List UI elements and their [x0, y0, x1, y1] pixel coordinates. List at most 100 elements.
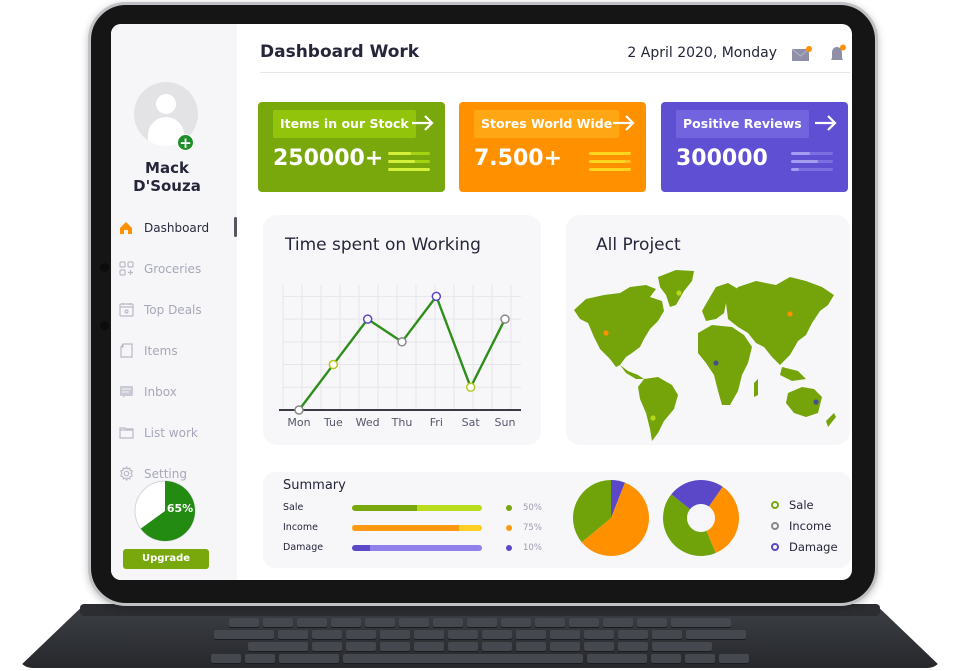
- map-marker[interactable]: [813, 399, 819, 405]
- chart-grid: [282, 285, 521, 410]
- data-point[interactable]: [362, 314, 373, 324]
- sidebar: + Mack D'Souza Dashboard Groceries Top D…: [111, 24, 237, 580]
- legend-ring-icon: [771, 501, 779, 509]
- sidebar-item-label: List work: [144, 425, 198, 440]
- summary-progress-bar: [352, 545, 482, 551]
- keyboard-keys: [40, 618, 920, 664]
- main-content: Dashboard Work 2 April 2020, Monday Item…: [237, 24, 852, 580]
- data-point[interactable]: [397, 337, 407, 347]
- summary-progress-fill: [352, 525, 459, 531]
- stat-card-reviews[interactable]: Positive Reviews 300000: [661, 102, 848, 192]
- upgrade-button[interactable]: Upgrade: [123, 549, 209, 569]
- line-chart: Mon Tue Wed Thu Fri Sat Sun: [279, 285, 521, 429]
- summary-title: Summary: [283, 478, 346, 493]
- stat-sparkline: [589, 168, 631, 171]
- inbox-icon: [118, 384, 134, 400]
- sidebar-item-inbox[interactable]: Inbox: [118, 371, 237, 412]
- sidebar-item-label: Dashboard: [144, 220, 210, 235]
- sidebar-item-dashboard[interactable]: Dashboard: [118, 207, 237, 248]
- progress-label: 65%: [166, 502, 194, 515]
- sidebar-item-groceries[interactable]: Groceries: [118, 248, 237, 289]
- summary-percent: 10%: [523, 543, 542, 553]
- side-button: [100, 321, 109, 330]
- summary-progress-bar: [352, 525, 482, 531]
- map-marker[interactable]: [713, 360, 719, 366]
- x-tick-label: Mon: [287, 416, 310, 429]
- page-title: Dashboard Work: [260, 42, 420, 62]
- legend-item-sale: Sale: [771, 498, 814, 512]
- stat-sparkline: [791, 152, 833, 155]
- stat-sparkline: [791, 160, 833, 163]
- data-point[interactable]: [431, 291, 442, 302]
- sidebar-nav: Dashboard Groceries Top Deals Items Inbo…: [118, 207, 237, 494]
- user-name: Mack D'Souza: [133, 159, 201, 195]
- stat-sparkline: [791, 168, 833, 171]
- map-marker[interactable]: [603, 330, 609, 336]
- stat-sparkline: [388, 152, 430, 155]
- data-point[interactable]: [294, 405, 304, 415]
- summary-row-label: Income: [283, 522, 318, 533]
- summary-row-income: Income 75%: [283, 522, 553, 534]
- stat-label: Items in our Stock: [273, 110, 416, 138]
- legend-label: Income: [789, 519, 832, 533]
- stat-card-stock[interactable]: Items in our Stock 250000+: [258, 102, 445, 192]
- stat-sparklines: [589, 152, 631, 176]
- screen: + Mack D'Souza Dashboard Groceries Top D…: [111, 24, 852, 580]
- header-divider: [260, 72, 850, 73]
- map-marker[interactable]: [787, 311, 793, 317]
- sidebar-item-items[interactable]: Items: [118, 330, 237, 371]
- continent-africa: [698, 325, 752, 405]
- summary-row-label: Sale: [283, 502, 304, 513]
- series-line: [298, 295, 507, 411]
- legend-ring-icon: [771, 543, 779, 551]
- map-marker[interactable]: [650, 415, 656, 421]
- stat-sparkline: [589, 152, 631, 155]
- pie-chart: [573, 480, 649, 556]
- sidebar-item-label: Inbox: [144, 384, 177, 399]
- data-point[interactable]: [328, 359, 339, 370]
- continent-south-america: [638, 377, 678, 441]
- data-point[interactable]: [465, 382, 476, 393]
- stat-sparklines: [791, 152, 833, 176]
- summary-progress-bar: [352, 505, 482, 511]
- continent-north-america: [574, 285, 664, 367]
- folder-icon: [118, 425, 134, 441]
- legend-item-damage: Damage: [771, 540, 838, 554]
- summary-percent: 50%: [523, 503, 542, 513]
- arrow-right-icon[interactable]: [814, 114, 838, 132]
- sidebar-item-list-work[interactable]: List work: [118, 412, 237, 453]
- gear-icon: [118, 466, 134, 482]
- summary-percent: 75%: [523, 523, 542, 533]
- bell-icon[interactable]: [829, 44, 847, 62]
- world-map[interactable]: [566, 215, 850, 445]
- sidebar-item-label: Groceries: [144, 261, 202, 276]
- arrow-right-icon[interactable]: [612, 114, 636, 132]
- line-chart-panel: Time spent on Working Mon Tue Wed Thu Fri Sat…: [263, 215, 541, 445]
- home-icon: [118, 220, 134, 236]
- summary-row-sale: Sale 50%: [283, 502, 553, 514]
- calendar-icon: [118, 302, 134, 318]
- arrow-right-icon[interactable]: [411, 114, 435, 132]
- stat-sparkline: [388, 160, 430, 163]
- stat-sparkline: [589, 160, 631, 163]
- x-tick-label: Tue: [323, 416, 343, 429]
- stat-label: Stores World Wide: [474, 110, 620, 138]
- grid-add-icon: [118, 261, 134, 277]
- legend-ring-icon: [771, 522, 779, 530]
- legend-item-income: Income: [771, 519, 831, 533]
- summary-progress-fill: [352, 545, 371, 551]
- map-marker[interactable]: [676, 290, 682, 296]
- stat-card-stores[interactable]: Stores World Wide 7.500+: [459, 102, 646, 192]
- mail-icon[interactable]: [792, 46, 812, 61]
- x-tick-label: Sun: [495, 416, 516, 429]
- sidebar-item-top-deals[interactable]: Top Deals: [118, 289, 237, 330]
- sidebar-item-label: Setting: [144, 466, 187, 481]
- legend-label: Sale: [789, 498, 814, 512]
- summary-progress-fill: [352, 505, 417, 511]
- add-photo-icon[interactable]: +: [177, 134, 194, 152]
- x-tick-label: Sat: [462, 416, 481, 429]
- sidebar-item-label: Items: [144, 343, 178, 358]
- stat-value: 300000: [676, 146, 768, 171]
- sidebar-item-label: Top Deals: [144, 302, 202, 317]
- data-point[interactable]: [500, 314, 510, 324]
